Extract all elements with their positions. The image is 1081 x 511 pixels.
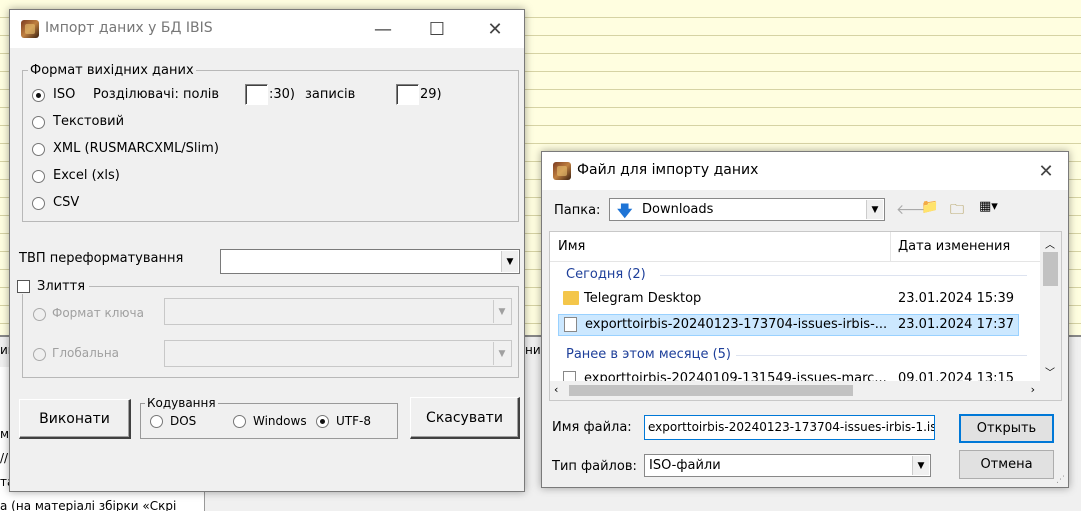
column-divider: [890, 232, 891, 261]
filename-input[interactable]: exporttoirbis-20240123-173704-issues-irb…: [644, 415, 935, 440]
format-group-label: Формат вихідних даних: [28, 63, 196, 78]
format-text-label[interactable]: Текстовий: [53, 114, 124, 129]
file-row-selected[interactable]: exporttoirbis-20240123-173704-issues-irb…: [558, 314, 1019, 336]
global-radio[interactable]: [33, 348, 46, 361]
filetype-select[interactable]: ISO-файли ▼: [644, 454, 931, 477]
file-list: Имя Дата изменения Сегодня (2) Telegram …: [549, 231, 1062, 401]
file-dialog: Файл для імпорту даних ✕ Папка: 🡇 Downlo…: [541, 151, 1069, 488]
close-icon[interactable]: ✕: [472, 10, 518, 48]
global-select[interactable]: ▼: [164, 340, 512, 367]
file-list-header: Имя Дата изменения: [550, 232, 1040, 262]
format-csv-label[interactable]: CSV: [53, 195, 79, 210]
close-icon[interactable]: ✕: [1023, 152, 1069, 190]
file-cancel-button[interactable]: Отмена: [959, 450, 1054, 479]
format-xml-label[interactable]: XML (RUSMARCXML/Slim): [53, 141, 219, 156]
encoding-dos-label[interactable]: DOS: [170, 414, 196, 428]
file-name: Telegram Desktop: [584, 291, 702, 306]
maximize-icon[interactable]: ☐: [414, 10, 460, 48]
folder-icon: [563, 291, 579, 305]
group-header-this-month[interactable]: Ранее в этом месяце (5): [566, 347, 731, 362]
fields-separator-input[interactable]: [245, 84, 268, 105]
records-separator-input[interactable]: [396, 84, 419, 105]
import-dialog: Імпорт даних у БД IBIS — ☐ ✕ Формат вихі…: [9, 9, 525, 492]
resize-grip-icon[interactable]: ⋰: [1056, 475, 1065, 485]
tvp-label: ТВП переформатування: [19, 251, 184, 266]
download-arrow-icon: 🡇: [617, 202, 633, 220]
format-excel-label[interactable]: Excel (xls): [53, 168, 120, 183]
file-dialog-titlebar: Файл для імпорту даних ✕: [542, 152, 1068, 190]
background-grid-header-right: ни: [525, 343, 541, 357]
key-format-select[interactable]: ▼: [164, 298, 512, 325]
encoding-windows-label[interactable]: Windows: [253, 414, 307, 428]
fields-separator-suffix: :30): [269, 87, 295, 102]
group-header-today[interactable]: Сегодня (2): [566, 267, 646, 282]
horizontal-scrollbar[interactable]: ‹ ›: [550, 381, 1061, 400]
chevron-left-icon[interactable]: ‹: [554, 383, 558, 396]
global-label: Глобальна: [52, 346, 120, 360]
open-button[interactable]: Открыть: [959, 414, 1054, 443]
records-separator-suffix: 29): [420, 87, 442, 102]
merge-group-header: Злиття: [15, 279, 90, 294]
chevron-right-icon[interactable]: ›: [1031, 383, 1035, 396]
folder-value: Downloads: [642, 202, 714, 217]
chevron-down-icon[interactable]: ▼: [493, 300, 510, 323]
encoding-dos-radio[interactable]: [150, 415, 163, 428]
chevron-down-icon[interactable]: ▼: [866, 200, 883, 219]
execute-button[interactable]: Виконати: [19, 399, 131, 439]
format-text-radio[interactable]: [32, 116, 45, 129]
tvp-select[interactable]: ▼: [220, 249, 520, 274]
format-csv-radio[interactable]: [32, 197, 45, 210]
scrollbar-thumb[interactable]: [569, 385, 853, 396]
view-menu-icon[interactable]: ▦▾: [979, 199, 998, 214]
background-line: //: [0, 451, 9, 465]
column-date-header[interactable]: Дата изменения: [898, 239, 1010, 254]
up-folder-icon[interactable]: 📁: [921, 199, 938, 215]
import-dialog-titlebar: Імпорт даних у БД IBIS — ☐ ✕: [10, 10, 524, 48]
chevron-down-icon[interactable]: ▼: [912, 456, 929, 475]
key-format-label: Формат ключа: [52, 306, 144, 320]
format-xml-radio[interactable]: [32, 143, 45, 156]
filetype-label: Тип файлов:: [552, 459, 637, 474]
file-dialog-title: Файл для імпорту даних: [577, 162, 759, 178]
chevron-down-icon[interactable]: ▼: [493, 342, 510, 365]
app-icon: [21, 20, 39, 38]
import-dialog-title: Імпорт даних у БД IBIS: [45, 20, 213, 36]
file-name: exporttoirbis-20240123-173704-issues-irb…: [585, 317, 888, 332]
merge-checkbox[interactable]: [17, 280, 30, 293]
minimize-icon[interactable]: —: [360, 10, 406, 48]
separators-label: Розділювачі: полів: [93, 87, 220, 102]
encoding-utf8-label[interactable]: UTF-8: [336, 414, 371, 428]
records-label: записів: [305, 87, 356, 102]
folder-label: Папка:: [554, 203, 601, 218]
vertical-scrollbar[interactable]: ︿ ﹀: [1040, 232, 1061, 381]
merge-label[interactable]: Злиття: [37, 279, 85, 294]
encoding-group-label: Кодування: [145, 396, 218, 410]
new-folder-icon[interactable]: 🗀: [950, 199, 964, 223]
format-excel-radio[interactable]: [32, 170, 45, 183]
format-iso-label[interactable]: ISO: [53, 87, 75, 102]
group-divider: [660, 275, 1027, 276]
key-format-radio[interactable]: [33, 308, 46, 321]
folder-select[interactable]: 🡇 Downloads ▼: [609, 198, 885, 221]
column-name-header[interactable]: Имя: [558, 239, 585, 254]
format-iso-radio[interactable]: [32, 89, 45, 102]
group-divider: [736, 355, 1027, 356]
cancel-button[interactable]: Скасувати: [410, 397, 520, 439]
encoding-utf8-radio[interactable]: [316, 415, 329, 428]
file-date: 23.01.2024 15:39: [898, 291, 1015, 306]
filename-label: Имя файла:: [552, 420, 632, 435]
filetype-value: ISO-файли: [649, 458, 721, 473]
app-icon: [553, 162, 571, 180]
chevron-up-icon[interactable]: ︿: [1045, 236, 1055, 251]
chevron-down-icon[interactable]: ▼: [501, 251, 518, 272]
chevron-down-icon[interactable]: ﹀: [1045, 364, 1055, 379]
file-icon: [564, 317, 577, 332]
background-line: а (на матеріалі збірки «Скрі: [0, 499, 177, 511]
file-row[interactable]: Telegram Desktop 23.01.2024 15:39: [558, 289, 1019, 311]
encoding-windows-radio[interactable]: [233, 415, 246, 428]
file-date: 23.01.2024 17:37: [898, 317, 1015, 332]
scrollbar-thumb[interactable]: [1043, 252, 1058, 286]
